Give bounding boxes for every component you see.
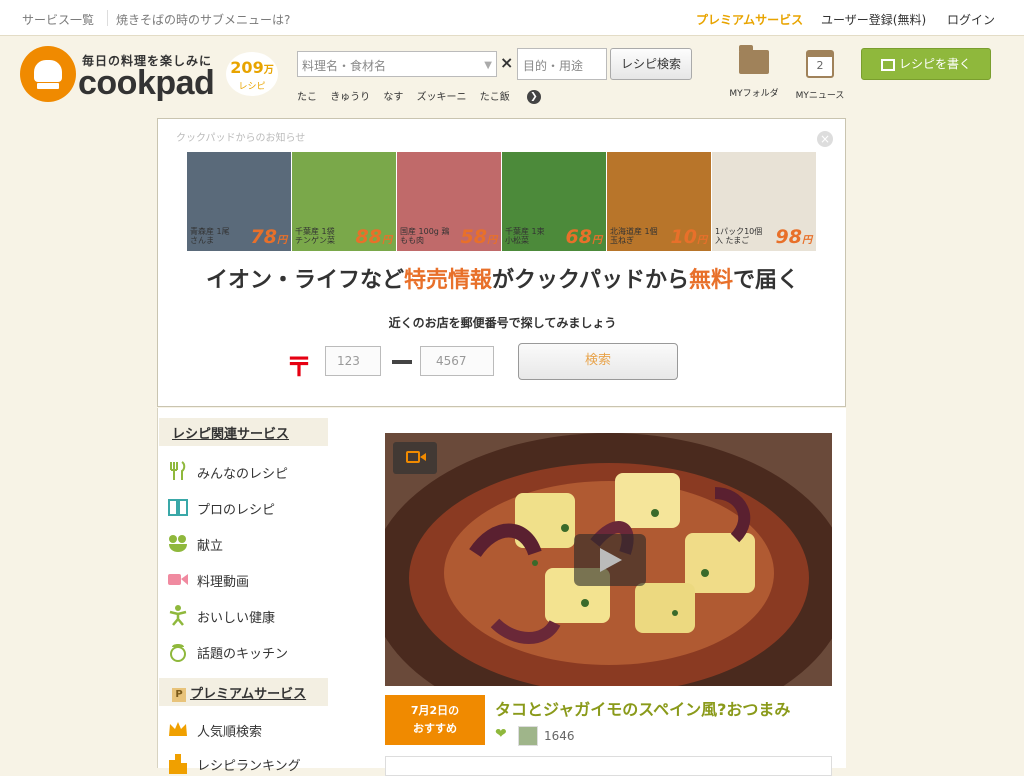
- divider: [107, 10, 108, 26]
- keyword-link[interactable]: きゅうり: [330, 92, 370, 103]
- register-link[interactable]: ユーザー登録(無料): [821, 11, 926, 28]
- sale-tile: 北海道産 1個 玉ねぎ 10円: [607, 152, 711, 251]
- sidebar-item-popular-search[interactable]: 人気順検索: [167, 718, 327, 742]
- menu-question-link[interactable]: 焼きそばの時のサブメニューは?: [116, 11, 290, 28]
- top-bar: サービス一覧 焼きそばの時のサブメニューは? プレミアムサービス ユーザー登録(…: [0, 0, 1024, 36]
- next-card: [385, 756, 832, 776]
- sidebar-item-ranking[interactable]: レシピランキング: [167, 752, 327, 776]
- premium-service-link[interactable]: プレミアムサービス: [696, 11, 803, 28]
- sale-tiles[interactable]: 青森産 1尾 さんま 78円 千葉産 1袋 チンゲン菜 88円 国産 100g 鶏も…: [187, 152, 819, 251]
- pencil-icon: [880, 58, 895, 71]
- play-icon[interactable]: [574, 534, 646, 586]
- recipe-count-badge: 209万 レシピ: [226, 52, 278, 96]
- keyword-link[interactable]: なす: [383, 92, 403, 103]
- crown-icon: [169, 722, 187, 736]
- chef-hat-icon: [20, 46, 76, 102]
- recipe-search-input[interactable]: 料理名・食材名 ▼: [297, 51, 497, 77]
- login-link[interactable]: ログイン: [947, 11, 995, 28]
- logo-wordmark: cookpad: [78, 64, 215, 102]
- sale-tile: 国産 100g 鶏もも肉 58円: [397, 152, 501, 251]
- sidebar-section-recipe-services[interactable]: レシピ関連サービス: [159, 418, 328, 446]
- likes-count: 1646: [544, 729, 575, 743]
- sale-tile: 千葉産 1束 小松菜 68円: [502, 152, 606, 251]
- person-icon: [169, 605, 187, 626]
- close-icon[interactable]: ×: [817, 131, 833, 147]
- my-news-button[interactable]: 2 MYニュース: [790, 50, 850, 101]
- folder-icon: [739, 45, 769, 74]
- keyword-link[interactable]: ズッキーニ: [417, 92, 467, 103]
- sale-tile: 千葉産 1袋 チンゲン菜 88円: [292, 152, 396, 251]
- author-avatar[interactable]: [518, 726, 538, 746]
- ranking-icon: [169, 754, 187, 774]
- notice-title: クックパッドからのお知らせ: [176, 133, 306, 144]
- sidebar-section-premium[interactable]: P プレミアムサービス: [159, 678, 328, 706]
- video-camera-icon: [168, 574, 188, 585]
- premium-badge-icon: P: [172, 687, 186, 702]
- zip-prompt: 近くのお店を郵便番号で探してみましょう: [388, 316, 617, 330]
- postal-mark-icon: 〒: [286, 353, 313, 383]
- sidebar-item-healthy[interactable]: おいしい健康: [167, 604, 327, 628]
- service-list-link[interactable]: サービス一覧: [22, 11, 94, 28]
- content-panel: レシピ関連サービス みんなのレシピ プロのレシピ 献立 料理動画 おいしい健康 …: [157, 408, 846, 776]
- sidebar-item-trending-kitchen[interactable]: 話題のキッチン: [167, 640, 327, 664]
- sidebar-item-menu[interactable]: 献立: [167, 532, 327, 556]
- dropdown-arrow-icon[interactable]: ▼: [484, 60, 492, 71]
- my-folder-label: MYフォルダ: [729, 89, 779, 99]
- zip-search-button[interactable]: 検索: [518, 343, 678, 380]
- bowls-icon: [169, 535, 187, 552]
- keyword-link[interactable]: たこ飯: [480, 92, 510, 103]
- recipe-count-unit: 万: [263, 65, 274, 76]
- book-icon: [168, 499, 188, 516]
- sale-tile: 青森産 1尾 さんま 78円: [187, 152, 291, 251]
- zip-dash: [392, 360, 412, 364]
- sidebar-item-pro-recipes[interactable]: プロのレシピ: [167, 496, 327, 520]
- recipe-count: 209: [230, 58, 264, 77]
- my-news-label: MYニュース: [795, 91, 845, 101]
- write-recipe-button[interactable]: レシピを書く: [861, 48, 991, 80]
- sale-headline: イオン・ライフなど特売情報がクックパッドから無料で届く: [206, 268, 799, 293]
- notice-panel: クックパッドからのお知らせ × 青森産 1尾 さんま 78円 千葉産 1袋 チンゲ…: [157, 118, 846, 407]
- keyword-link[interactable]: たこ: [297, 92, 317, 103]
- fork-knife-icon: [170, 461, 186, 480]
- sidebar-item-everyone-recipes[interactable]: みんなのレシピ: [167, 460, 327, 484]
- recommendation-date-badge: 7月2日の おすすめ: [385, 695, 485, 745]
- recipe-count-label: レシピ: [238, 82, 266, 92]
- sale-tile: 1パック10個入 たまご 98円: [712, 152, 816, 251]
- featured-recipe-title[interactable]: タコとジャガイモのスペイン風?おつまみ: [495, 696, 790, 720]
- sidebar-item-cooking-videos[interactable]: 料理動画: [167, 568, 327, 592]
- zip-first-input[interactable]: 123: [325, 346, 381, 376]
- heart-icon: ❤: [495, 726, 507, 742]
- calendar-icon: 2: [806, 50, 834, 78]
- video-badge-icon: [393, 442, 437, 474]
- cross-separator: ×: [500, 53, 514, 72]
- quick-keywords: たこ きゅうり なす ズッキーニ たこ飯 ❯: [297, 88, 551, 104]
- more-keywords-icon[interactable]: ❯: [526, 90, 541, 104]
- recipe-search-button[interactable]: レシピ検索: [610, 48, 692, 80]
- purpose-input[interactable]: 目的・用途: [517, 48, 607, 80]
- my-folder-button[interactable]: MYフォルダ: [724, 45, 784, 99]
- chef-face-icon: [170, 644, 186, 662]
- zip-second-input[interactable]: 4567: [420, 346, 494, 376]
